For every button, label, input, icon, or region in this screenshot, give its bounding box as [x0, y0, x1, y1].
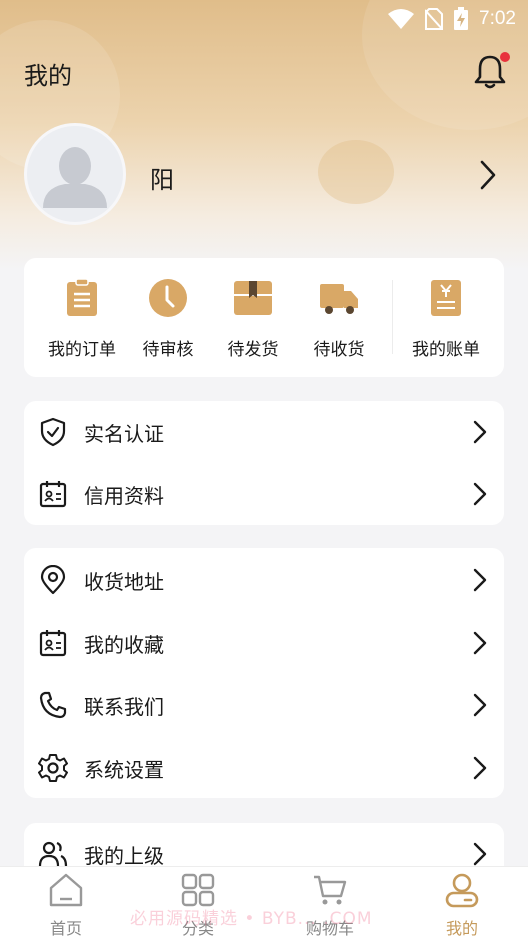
- home-icon: [49, 873, 83, 907]
- clock-time: 7:02: [479, 8, 516, 29]
- no-sim-icon: [425, 8, 444, 30]
- id-card-icon: [39, 481, 67, 508]
- order-item-label: 我的账单: [412, 340, 480, 360]
- avatar[interactable]: [24, 123, 126, 225]
- menu-row-real-name-auth[interactable]: 实名认证: [24, 401, 504, 463]
- order-item-my-orders[interactable]: 我的订单: [37, 278, 127, 360]
- order-item-label: 待审核: [142, 340, 194, 360]
- truck-icon: [320, 284, 358, 314]
- cart-icon: [314, 875, 347, 905]
- tab-cart[interactable]: 购物车: [290, 871, 370, 938]
- user-silhouette-icon: [43, 147, 107, 208]
- bill-icon: [431, 280, 461, 316]
- profile-icon: [445, 873, 479, 908]
- gear-icon: [38, 754, 68, 782]
- bottom-tab-bar: 首页 分类 购物车 我的: [0, 866, 528, 938]
- menu-label: 联系我们: [84, 695, 164, 719]
- tab-label: 购物车: [305, 919, 354, 938]
- location-pin-icon: [40, 565, 66, 595]
- order-status-card: 我的订单 待审核 待发货 待收货 我的账单: [24, 258, 504, 377]
- menu-row-system-settings[interactable]: 系统设置: [24, 737, 504, 799]
- order-list-icon: [67, 278, 97, 316]
- chevron-right-icon: [473, 756, 487, 780]
- chevron-right-icon: [473, 420, 487, 444]
- wifi-icon: [388, 9, 415, 29]
- tab-mine[interactable]: 我的: [422, 871, 502, 938]
- menu-group-verification: 实名认证 信用资料: [24, 401, 504, 525]
- chevron-right-icon[interactable]: [474, 158, 502, 192]
- battery-charging-icon: [454, 7, 469, 30]
- users-icon: [38, 841, 68, 867]
- order-item-pending-review[interactable]: 待审核: [123, 278, 213, 360]
- tab-label: 分类: [181, 919, 214, 938]
- divider: [392, 280, 393, 354]
- decor-bubble: [318, 140, 394, 204]
- menu-label: 系统设置: [84, 758, 164, 782]
- box-icon: [234, 281, 272, 315]
- user-name[interactable]: 阳: [150, 160, 174, 195]
- menu-row-my-favorites[interactable]: 我的收藏: [24, 612, 504, 674]
- shield-check-icon: [40, 417, 66, 447]
- chevron-right-icon: [473, 631, 487, 655]
- order-item-my-bill[interactable]: 我的账单: [401, 278, 491, 360]
- order-item-label: 我的订单: [48, 340, 116, 360]
- clock-icon: [149, 279, 187, 317]
- tab-category[interactable]: 分类: [158, 871, 238, 938]
- tab-label: 我的: [445, 919, 478, 938]
- order-item-label: 待发货: [227, 340, 279, 360]
- page-title: 我的: [24, 62, 72, 90]
- menu-label: 我的收藏: [84, 633, 164, 657]
- id-card-icon: [39, 630, 67, 657]
- menu-label: 信用资料: [84, 484, 164, 508]
- tab-home[interactable]: 首页: [26, 871, 106, 938]
- menu-row-contact-us[interactable]: 联系我们: [24, 674, 504, 736]
- order-item-label: 待收货: [313, 340, 365, 360]
- menu-label: 我的上级: [84, 844, 164, 868]
- tab-label: 首页: [49, 919, 82, 938]
- menu-label: 实名认证: [84, 422, 164, 446]
- notification-bell[interactable]: [470, 52, 510, 92]
- grid-icon: [181, 873, 215, 907]
- menu-row-credit-info[interactable]: 信用资料: [24, 463, 504, 525]
- status-bar: 7:02: [387, 6, 516, 32]
- chevron-right-icon: [473, 693, 487, 717]
- menu-group-account: 收货地址 我的收藏 联系我们 系统设置: [24, 548, 504, 798]
- menu-row-shipping-address[interactable]: 收货地址: [24, 549, 504, 611]
- notification-dot: [500, 52, 510, 62]
- order-item-to-ship[interactable]: 待发货: [208, 278, 298, 360]
- phone-icon: [39, 691, 67, 719]
- chevron-right-icon: [473, 568, 487, 592]
- chevron-right-icon: [473, 842, 487, 866]
- chevron-right-icon: [473, 482, 487, 506]
- menu-label: 收货地址: [84, 570, 164, 594]
- order-item-to-receive[interactable]: 待收货: [294, 278, 384, 360]
